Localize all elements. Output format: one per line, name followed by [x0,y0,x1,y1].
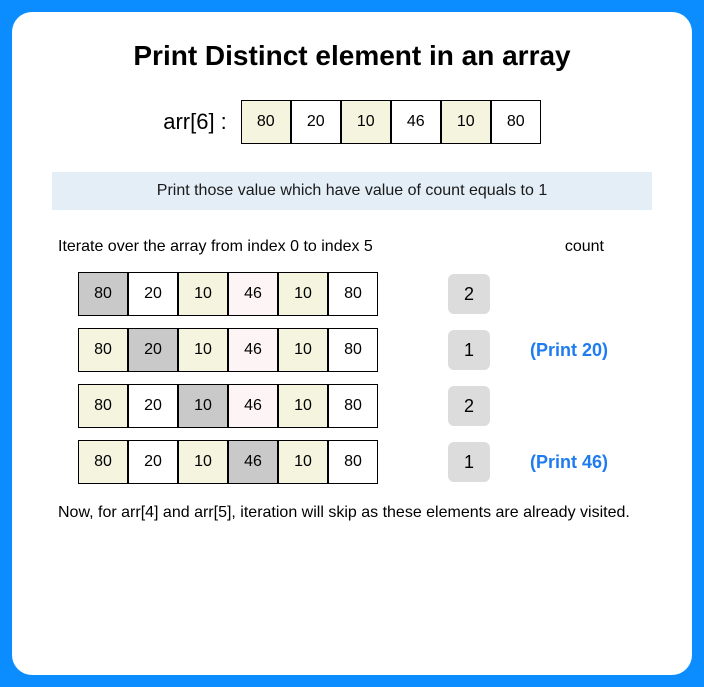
array-cell: 10 [278,328,328,372]
iteration-cells: 802010461080 [78,440,378,484]
print-annotation: (Print 20) [530,340,608,361]
iteration-cells: 802010461080 [78,328,378,372]
array-cell: 46 [228,328,278,372]
iteration-rows: 80201046108028020104610801(Print 20)8020… [52,272,652,484]
iteration-cells: 802010461080 [78,272,378,316]
array-cell: 10 [278,440,328,484]
array-cell: 46 [228,384,278,428]
top-array-cells: 802010461080 [241,100,541,144]
array-cell: 20 [128,328,178,372]
array-cell: 80 [78,384,128,428]
array-cell: 80 [328,384,378,428]
array-cell: 10 [178,440,228,484]
footer-explanation: Now, for arr[4] and arr[5], iteration wi… [52,502,652,524]
count-value: 2 [448,274,490,314]
print-annotation: (Print 46) [530,452,608,473]
iteration-row: 8020104610802 [52,384,652,428]
array-cell: 80 [328,440,378,484]
array-cell: 10 [341,100,391,144]
array-cell: 46 [391,100,441,144]
iteration-row: 8020104610802 [52,272,652,316]
array-cell: 20 [128,272,178,316]
array-cell: 80 [328,272,378,316]
page-title: Print Distinct element in an array [52,40,652,72]
array-cell: 80 [328,328,378,372]
array-cell: 80 [491,100,541,144]
iteration-row: 8020104610801(Print 46) [52,440,652,484]
array-cell: 10 [178,384,228,428]
array-cell: 46 [228,272,278,316]
array-cell: 80 [78,328,128,372]
iteration-header: Iterate over the array from index 0 to i… [52,238,652,256]
array-cell: 80 [241,100,291,144]
array-cell: 20 [128,384,178,428]
array-label: arr[6] : [163,109,227,135]
array-cell: 10 [278,272,328,316]
array-cell: 10 [178,272,228,316]
diagram-card: Print Distinct element in an array arr[6… [12,12,692,675]
iteration-cells: 802010461080 [78,384,378,428]
count-header: count [565,238,604,256]
array-cell: 20 [291,100,341,144]
array-cell: 20 [128,440,178,484]
array-cell: 10 [441,100,491,144]
array-definition-row: arr[6] : 802010461080 [52,100,652,144]
count-value: 1 [448,442,490,482]
instruction-note: Print those value which have value of co… [52,172,652,210]
array-cell: 10 [278,384,328,428]
count-value: 2 [448,386,490,426]
array-cell: 10 [178,328,228,372]
array-cell: 46 [228,440,278,484]
array-cell: 80 [78,440,128,484]
iteration-row: 8020104610801(Print 20) [52,328,652,372]
count-value: 1 [448,330,490,370]
iterate-label: Iterate over the array from index 0 to i… [58,238,373,256]
array-cell: 80 [78,272,128,316]
